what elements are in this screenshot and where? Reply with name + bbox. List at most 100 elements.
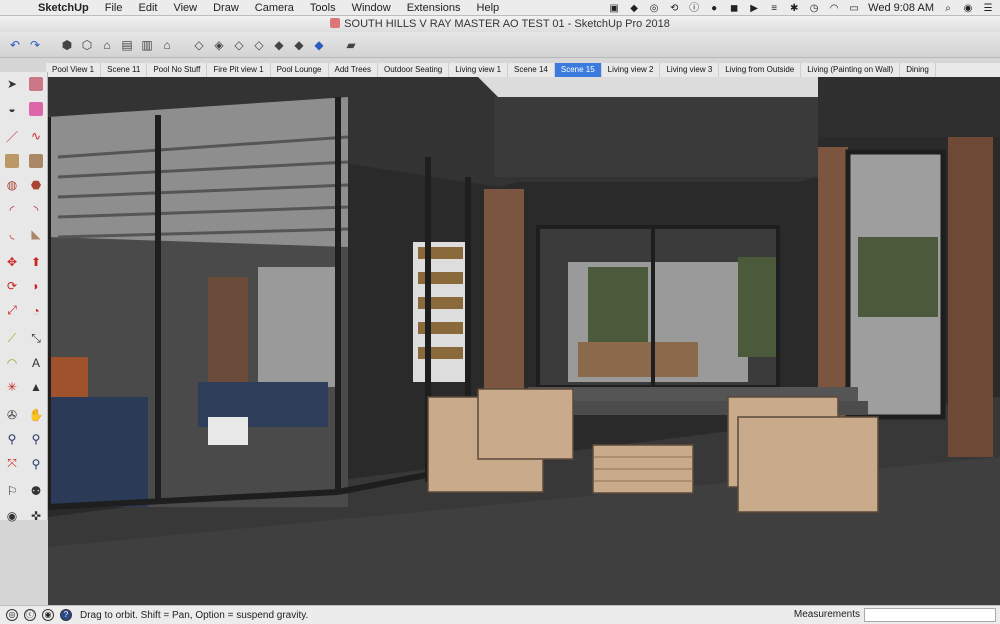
scene-tab[interactable]: Add Trees bbox=[329, 63, 378, 77]
menu-file[interactable]: File bbox=[97, 0, 131, 16]
shaded-style-icon[interactable]: ◆ bbox=[270, 36, 288, 54]
menu-tools[interactable]: Tools bbox=[302, 0, 344, 16]
redo-icon[interactable]: ↷ bbox=[26, 36, 44, 54]
drop-icon[interactable]: ● bbox=[708, 3, 720, 14]
right-view-icon[interactable]: ▤ bbox=[118, 36, 136, 54]
play-icon[interactable]: ▶ bbox=[748, 3, 760, 14]
protractor-icon[interactable]: ◠ bbox=[0, 351, 24, 376]
box-icon[interactable]: ◼ bbox=[728, 3, 740, 14]
scene-tab-active[interactable]: Scene 15 bbox=[554, 63, 602, 77]
scene-tab[interactable]: Living from Outside bbox=[719, 63, 802, 77]
scene-tab[interactable]: Scene 14 bbox=[508, 63, 555, 77]
xray-style-icon[interactable]: ◇ bbox=[190, 36, 208, 54]
model-viewport[interactable] bbox=[48, 77, 1000, 605]
menu-app-name[interactable]: SketchUp bbox=[30, 0, 97, 16]
eraser-tool-icon[interactable] bbox=[24, 97, 48, 122]
scene-render[interactable] bbox=[48, 77, 1000, 605]
eraser-icon[interactable]: ▰ bbox=[342, 36, 360, 54]
push-pull-icon[interactable]: ⬆ bbox=[24, 250, 48, 275]
pie-tool-icon[interactable]: ◣ bbox=[24, 222, 48, 247]
polygon-tool-icon[interactable]: ⬣ bbox=[24, 173, 48, 198]
menu-help[interactable]: Help bbox=[469, 0, 508, 16]
info-icon[interactable]: ⓘ bbox=[688, 3, 700, 14]
geo-location-icon[interactable]: ◎ bbox=[6, 609, 18, 621]
scene-tab[interactable]: Living view 1 bbox=[449, 63, 509, 77]
arc-tool-icon[interactable]: ◜ bbox=[0, 198, 24, 223]
scene-tab[interactable]: Dining bbox=[900, 63, 936, 77]
instructor-icon[interactable]: ? bbox=[60, 609, 72, 621]
scale-tool-icon[interactable]: ⤢ bbox=[0, 299, 24, 324]
left-view-icon[interactable]: ⌂ bbox=[158, 36, 176, 54]
shaded-textures-style-icon[interactable]: ◆ bbox=[290, 36, 308, 54]
select-tool-icon[interactable]: ➤ bbox=[0, 72, 24, 97]
paint-bucket-icon[interactable]: ◒ bbox=[0, 97, 24, 122]
three-d-text-icon[interactable]: ▲ bbox=[24, 375, 48, 400]
front-view-icon[interactable]: ⌂ bbox=[98, 36, 116, 54]
search-icon[interactable]: ⌕ bbox=[942, 3, 954, 14]
move-tool-icon[interactable]: ✥ bbox=[0, 250, 24, 275]
bars-icon[interactable]: ≡ bbox=[768, 3, 780, 14]
notification-list-icon[interactable]: ☰ bbox=[982, 3, 994, 14]
user-account-icon[interactable]: ◉ bbox=[42, 609, 54, 621]
rotate-tool-icon[interactable]: ⟳ bbox=[0, 274, 24, 299]
scene-tab[interactable]: Living view 2 bbox=[602, 63, 661, 77]
menu-extensions[interactable]: Extensions bbox=[399, 0, 469, 16]
bluetooth-icon[interactable]: ✱ bbox=[788, 3, 800, 14]
follow-me-icon[interactable]: ◗ bbox=[24, 274, 48, 299]
scene-tab[interactable]: Fire Pit view 1 bbox=[207, 63, 271, 77]
line-tool-icon[interactable]: ／ bbox=[0, 124, 24, 149]
clock[interactable]: Wed 9:08 AM bbox=[868, 2, 934, 14]
scene-tab[interactable]: Pool View 1 bbox=[46, 63, 102, 77]
undo-icon[interactable]: ↶ bbox=[6, 36, 24, 54]
top-view-icon[interactable]: ⬡ bbox=[78, 36, 96, 54]
rotated-rectangle-icon[interactable] bbox=[24, 149, 48, 174]
two-point-arc-icon[interactable]: ◝ bbox=[24, 198, 48, 223]
menu-window[interactable]: Window bbox=[344, 0, 399, 16]
zoom-extents-icon[interactable]: ⤧ bbox=[0, 452, 24, 477]
wireframe-style-icon[interactable]: ◇ bbox=[230, 36, 248, 54]
menu-camera[interactable]: Camera bbox=[247, 0, 302, 16]
back-view-icon[interactable]: ▥ bbox=[138, 36, 156, 54]
walk-tool-icon[interactable]: ⚉ bbox=[24, 479, 48, 504]
rectangle-tool-icon[interactable] bbox=[0, 149, 24, 174]
credits-icon[interactable]: ⓒ bbox=[24, 609, 36, 621]
screen-record-icon[interactable]: ▣ bbox=[608, 3, 620, 14]
iso-view-icon[interactable]: ⬢ bbox=[58, 36, 76, 54]
user-icon[interactable]: ◉ bbox=[962, 3, 974, 14]
three-point-arc-icon[interactable]: ◟ bbox=[0, 222, 24, 247]
circle-tool-icon[interactable]: ◍ bbox=[0, 173, 24, 198]
offset-tool-icon[interactable]: ◔ bbox=[24, 299, 48, 324]
scene-tab[interactable]: Living (Painting on Wall) bbox=[801, 63, 901, 77]
sync-icon[interactable]: ⟲ bbox=[668, 3, 680, 14]
measurements-input[interactable] bbox=[864, 608, 996, 622]
monochrome-style-icon[interactable]: ◆ bbox=[310, 36, 328, 54]
hidden-line-style-icon[interactable]: ◇ bbox=[250, 36, 268, 54]
menu-draw[interactable]: Draw bbox=[205, 0, 247, 16]
scene-tab[interactable]: Pool Lounge bbox=[271, 63, 329, 77]
scene-tab[interactable]: Outdoor Seating bbox=[378, 63, 450, 77]
dropbox-icon[interactable]: ◆ bbox=[628, 3, 640, 14]
look-around-icon[interactable]: ◉ bbox=[0, 504, 24, 529]
back-edges-style-icon[interactable]: ◈ bbox=[210, 36, 228, 54]
section-plane-icon[interactable]: ✜ bbox=[24, 504, 48, 529]
menu-edit[interactable]: Edit bbox=[130, 0, 165, 16]
scene-tab[interactable]: Living view 3 bbox=[660, 63, 720, 77]
scene-tab[interactable]: Scene 11 bbox=[101, 63, 148, 77]
dimension-tool-icon[interactable]: ⤡ bbox=[24, 326, 48, 351]
freehand-tool-icon[interactable]: ∿ bbox=[24, 124, 48, 149]
axes-tool-icon[interactable]: ✳ bbox=[0, 375, 24, 400]
pan-tool-icon[interactable]: ✋ bbox=[24, 403, 48, 428]
zoom-tool-icon[interactable]: ⚲ bbox=[0, 427, 24, 452]
orbit-tool-icon[interactable]: ✇ bbox=[0, 403, 24, 428]
position-camera-icon[interactable]: ⚐ bbox=[0, 479, 24, 504]
make-component-icon[interactable] bbox=[24, 72, 48, 97]
text-tool-icon[interactable]: A bbox=[24, 351, 48, 376]
scene-tab[interactable]: Pool No Stuff bbox=[147, 63, 208, 77]
creative-cloud-icon[interactable]: ◎ bbox=[648, 3, 660, 14]
previous-view-icon[interactable]: ⚲ bbox=[24, 452, 48, 477]
zoom-window-icon[interactable]: ⚲ bbox=[24, 427, 48, 452]
wifi-icon[interactable]: ◠ bbox=[828, 3, 840, 14]
menu-view[interactable]: View bbox=[165, 0, 205, 16]
tape-measure-icon[interactable]: ⟋ bbox=[0, 326, 24, 351]
battery-icon[interactable]: ▭ bbox=[848, 3, 860, 14]
